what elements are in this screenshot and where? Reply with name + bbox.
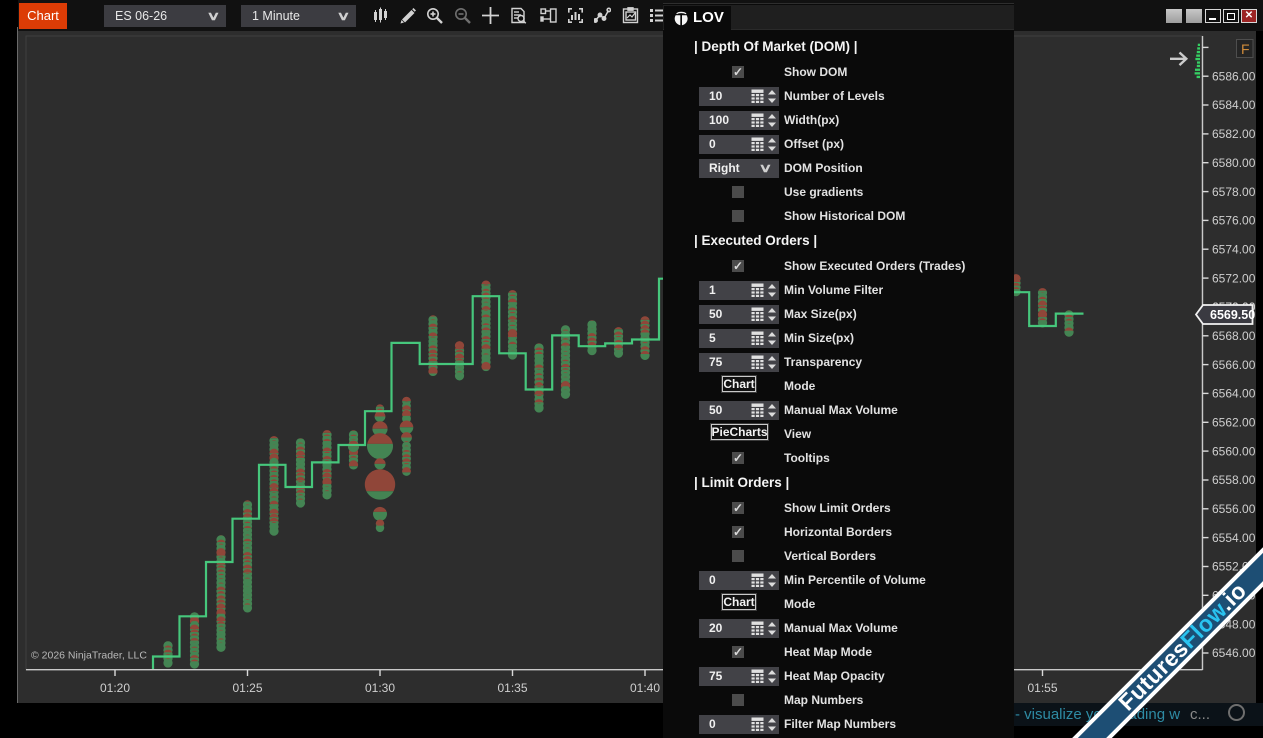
svg-text:6562.00: 6562.00 xyxy=(1212,416,1256,430)
svg-text:6586.00: 6586.00 xyxy=(1212,69,1256,83)
svg-text:6582.00: 6582.00 xyxy=(1212,127,1256,141)
svg-text:6572.00: 6572.00 xyxy=(1212,271,1256,285)
svg-text:6556.00: 6556.00 xyxy=(1212,502,1256,516)
svg-text:6546.00: 6546.00 xyxy=(1212,646,1256,660)
svg-text:6550.00: 6550.00 xyxy=(1212,589,1256,603)
svg-text:01:55: 01:55 xyxy=(1027,681,1057,695)
svg-text:6564.00: 6564.00 xyxy=(1212,387,1256,401)
svg-text:6552.00: 6552.00 xyxy=(1212,560,1256,574)
svg-text:6568.00: 6568.00 xyxy=(1212,329,1256,343)
svg-text:6580.00: 6580.00 xyxy=(1212,156,1256,170)
svg-text:6558.00: 6558.00 xyxy=(1212,473,1256,487)
svg-text:01:20: 01:20 xyxy=(100,681,130,695)
svg-text:6578.00: 6578.00 xyxy=(1212,185,1256,199)
svg-text:01:30: 01:30 xyxy=(365,681,395,695)
svg-text:01:40: 01:40 xyxy=(630,681,660,695)
svg-text:6554.00: 6554.00 xyxy=(1212,531,1256,545)
svg-text:© 2026 NinjaTrader, LLC: © 2026 NinjaTrader, LLC xyxy=(31,650,147,662)
svg-text:6576.00: 6576.00 xyxy=(1212,214,1256,228)
svg-text:01:35: 01:35 xyxy=(497,681,527,695)
svg-text:6569.50: 6569.50 xyxy=(1210,308,1255,322)
svg-text:01:25: 01:25 xyxy=(232,681,262,695)
svg-text:F: F xyxy=(1241,41,1250,57)
svg-text:6574.00: 6574.00 xyxy=(1212,242,1256,256)
svg-text:6560.00: 6560.00 xyxy=(1212,444,1256,458)
svg-text:6566.00: 6566.00 xyxy=(1212,358,1256,372)
svg-text:6584.00: 6584.00 xyxy=(1212,98,1256,112)
svg-text:6548.00: 6548.00 xyxy=(1212,617,1256,631)
